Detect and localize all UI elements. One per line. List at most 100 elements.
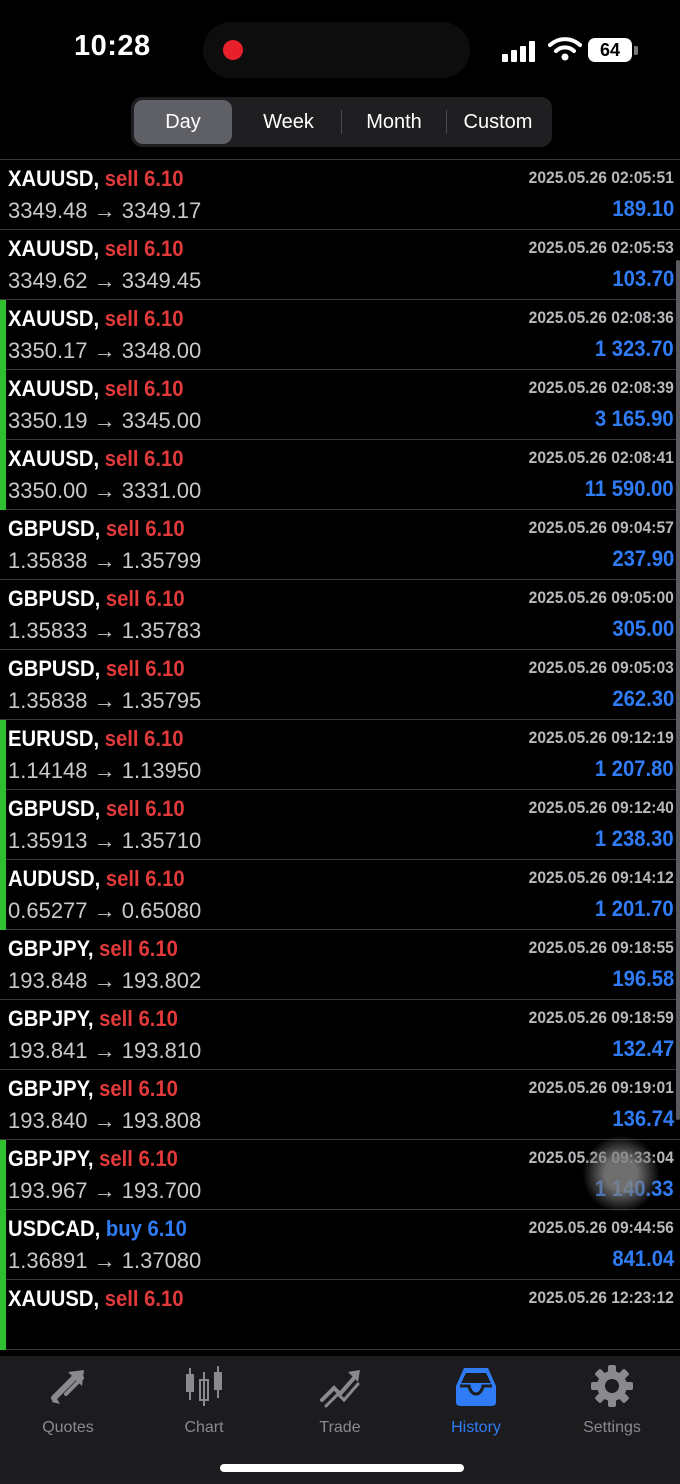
trade-row[interactable]: XAUUSD, sell 6.10 2025.05.26 02:05:51 3349…: [0, 160, 680, 230]
trade-prices: 193.848 → 193.802: [8, 968, 202, 993]
trade-title: USDCAD, buy 6.10: [8, 1216, 187, 1242]
trade-datetime: 2025.05.26 09:12:19: [528, 728, 674, 747]
status-bar: 10:28 64: [0, 0, 680, 100]
trade-title: XAUUSD, sell 6.10: [8, 376, 184, 402]
trade-row[interactable]: XAUUSD, sell 6.10 2025.05.26 02:08:39 3350…: [0, 370, 680, 440]
trade-title: XAUUSD, sell 6.10: [8, 166, 184, 192]
trade-row[interactable]: GBPUSD, sell 6.10 2025.05.26 09:05:00 1.35…: [0, 580, 680, 650]
tab-settings[interactable]: Settings: [544, 1364, 680, 1444]
trade-prices: 193.841 → 193.810: [8, 1038, 202, 1063]
trade-prices: 1.35838 → 1.35799: [8, 548, 202, 573]
trade-volume: 6.10: [144, 306, 184, 331]
segment-custom[interactable]: Custom: [447, 100, 549, 144]
trade-row[interactable]: XAUUSD, sell 6.10 2025.05.26 02:05:53 3349…: [0, 230, 680, 300]
trade-prices: 1.14148 → 1.13950: [8, 758, 202, 783]
tab-label: Chart: [184, 1419, 224, 1436]
trade-title: GBPJPY, sell 6.10: [8, 1006, 178, 1032]
candlestick-icon: [186, 1366, 222, 1406]
trade-history-list[interactable]: XAUUSD, sell 6.102025.05.26 02:05:483349…: [0, 148, 680, 1356]
trade-side: sell: [99, 1076, 133, 1101]
trade-row[interactable]: GBPUSD, sell 6.10 2025.05.26 09:04:57 1.35…: [0, 510, 680, 580]
trade-row[interactable]: GBPJPY, sell 6.10 2025.05.26 09:18:59 193.…: [0, 1000, 680, 1070]
home-indicator: [220, 1464, 464, 1472]
trade-row[interactable]: GBPJPY, sell 6.10 2025.05.26 09:19:01 193.…: [0, 1070, 680, 1140]
trade-symbol: GBPUSD,: [8, 516, 101, 541]
trade-profit: 262.30: [612, 686, 674, 711]
trade-profit: 1 238.30: [595, 826, 674, 851]
trade-row[interactable]: AUDUSD, sell 6.10 2025.05.26 09:14:12 0.65…: [0, 860, 680, 930]
trade-side: sell: [105, 516, 140, 541]
trade-volume: 6.10: [145, 656, 185, 681]
trade-prices: 3350.17 → 3348.00: [8, 338, 202, 363]
trade-datetime: 2025.05.26 09:05:00: [528, 588, 674, 607]
tab-quotes[interactable]: Quotes: [0, 1364, 136, 1444]
period-segmented-control: Day Week Month Custom: [131, 97, 552, 147]
tab-label: Trade: [319, 1419, 361, 1436]
trade-volume: 6.10: [144, 726, 184, 751]
trade-symbol: XAUUSD,: [8, 376, 100, 401]
trade-profit: 132.47: [612, 1036, 674, 1061]
tab-label: History: [451, 1419, 501, 1436]
trade-datetime: 2025.05.26 09:19:01: [528, 1078, 674, 1097]
trade-profit: 237.90: [612, 546, 674, 571]
trade-profit: 11 590.00: [585, 476, 674, 501]
trade-datetime: 2025.05.26 02:08:36: [528, 308, 674, 327]
trade-symbol: GBPJPY,: [8, 1076, 94, 1101]
trade-datetime: 2025.05.26 09:05:03: [528, 658, 674, 677]
segment-month[interactable]: Month: [342, 100, 446, 144]
trade-datetime: 2025.05.26 09:12:40: [528, 798, 674, 817]
battery-icon: 64: [588, 38, 632, 62]
trade-datetime: 2025.05.26 09:18:59: [528, 1008, 674, 1027]
trade-side: sell: [99, 1006, 133, 1031]
trade-title: GBPUSD, sell 6.10: [8, 656, 185, 682]
trade-row[interactable]: XAUUSD, sell 6.10 2025.05.26 02:08:41 3350…: [0, 440, 680, 510]
segment-week[interactable]: Week: [236, 100, 341, 144]
trade-volume: 6.10: [144, 166, 184, 191]
trade-row[interactable]: GBPJPY, sell 6.10 2025.05.26 09:18:55 193.…: [0, 930, 680, 1000]
trade-volume: 6.10: [145, 586, 185, 611]
trade-trend-icon: [320, 1370, 360, 1408]
trade-row[interactable]: GBPUSD, sell 6.10 2025.05.26 09:05:03 1.35…: [0, 650, 680, 720]
trade-volume: 6.10: [144, 1286, 184, 1311]
trade-symbol: XAUUSD,: [8, 1286, 100, 1311]
trade-symbol: EURUSD,: [8, 726, 100, 751]
trade-volume: 6.10: [144, 376, 184, 401]
trade-row[interactable]: USDCAD, buy 6.10 2025.05.26 09:44:56 1.368…: [0, 1210, 680, 1280]
trade-prices: 3350.00 → 3331.00: [8, 478, 202, 503]
trade-row[interactable]: EURUSD, sell 6.10 2025.05.26 09:12:19 1.14…: [0, 720, 680, 790]
trade-side: sell: [105, 796, 140, 821]
trade-profit: 1 323.70: [595, 336, 674, 361]
trade-row[interactable]: XAUUSD, sell 6.102025.05.26 02:05:483349…: [0, 148, 680, 160]
trade-side: sell: [104, 236, 139, 261]
cellular-signal-icon: [502, 40, 538, 62]
trade-prices: 3350.19 → 3345.00: [8, 408, 202, 433]
trade-title: GBPUSD, sell 6.10: [8, 796, 185, 822]
trade-prices: 0.65277 → 0.65080: [8, 898, 202, 923]
tab-trade[interactable]: Trade: [272, 1364, 408, 1444]
trade-row[interactable]: GBPJPY, sell 6.102025.05.26 09:33:04193.…: [0, 1140, 680, 1210]
trade-volume: 6.10: [138, 1076, 178, 1101]
trade-side: sell: [104, 446, 139, 471]
quotes-arrows-icon: [51, 1370, 84, 1404]
tab-history[interactable]: History: [408, 1364, 544, 1444]
trade-prices: 3349.53 → 3349.17: [8, 148, 201, 154]
trade-row[interactable]: GBPUSD, sell 6.10 2025.05.26 09:12:40 1.35…: [0, 790, 680, 860]
trade-row[interactable]: XAUUSD, sell 6.10 2025.05.26 12:23:12: [0, 1280, 680, 1350]
trade-profit: 103.70: [612, 266, 674, 291]
trade-volume: 6.10: [138, 1146, 178, 1171]
trade-row[interactable]: XAUUSD, sell 6.10 2025.05.26 02:08:36 3350…: [0, 300, 680, 370]
scrollbar[interactable]: [676, 260, 680, 1120]
trade-profit: 841.04: [612, 1246, 674, 1271]
trade-prices: 1.35838 → 1.35795: [8, 688, 202, 713]
segment-day[interactable]: Day: [134, 100, 232, 144]
trade-history-rows: XAUUSD, sell 6.102025.05.26 02:05:483349…: [0, 148, 680, 1350]
tab-chart[interactable]: Chart: [136, 1364, 272, 1444]
status-time: 10:28: [74, 30, 151, 62]
trade-title: GBPJPY, sell 6.10: [8, 1076, 178, 1102]
trade-side: sell: [105, 866, 140, 891]
trade-title: GBPJPY, sell 6.10: [8, 936, 178, 962]
trade-title: XAUUSD, sell 6.10: [8, 236, 184, 262]
trade-symbol: USDCAD,: [8, 1216, 101, 1241]
trade-prices: 1.35913 → 1.35710: [8, 828, 202, 853]
trade-symbol: XAUUSD,: [8, 166, 100, 191]
